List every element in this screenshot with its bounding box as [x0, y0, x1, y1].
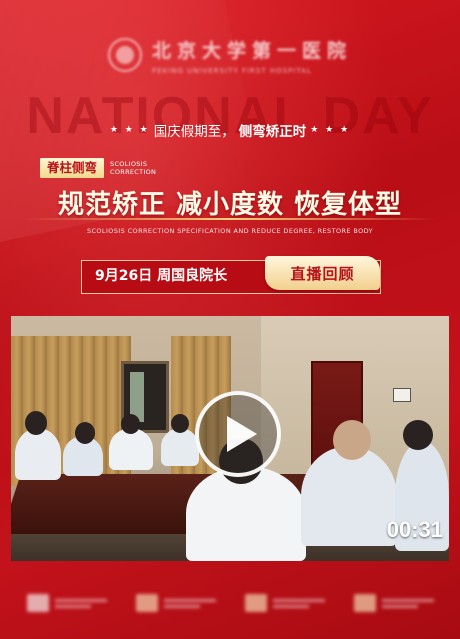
- footer-item: [26, 594, 107, 612]
- hospital-logo: 北京大学第一医院 PEKING UNIVERSITY FIRST HOSPITA…: [0, 30, 460, 80]
- sponsor-logo-icon: [135, 594, 158, 612]
- play-button[interactable]: [195, 391, 281, 477]
- play-icon: [227, 416, 257, 452]
- headline-english: SCOLIOSIS CORRECTION SPECIFICATION AND R…: [86, 227, 374, 235]
- headline: 规范矫正 减小度数 恢复体型: [57, 190, 403, 220]
- stars-left-icon: ★ ★ ★: [109, 125, 150, 135]
- poster: 北京大学第一医院 PEKING UNIVERSITY FIRST HOSPITA…: [0, 0, 460, 639]
- live-replay-button[interactable]: 直播回顾: [265, 256, 380, 290]
- sponsor-logo-icon: [244, 594, 267, 612]
- hospital-name: 北京大学第一医院: [151, 39, 352, 62]
- sponsor-logo-icon: [353, 594, 376, 612]
- footer-item: [353, 594, 434, 612]
- topic-tag: 脊柱侧弯 SCOLIOSIS CORRECTION: [40, 158, 156, 178]
- holiday-line: ★ ★ ★ 国庆假期至， 侧弯矫正时 ★ ★ ★: [0, 120, 460, 140]
- sponsor-logo-icon: [26, 594, 49, 612]
- topic-tag-english: SCOLIOSIS CORRECTION: [110, 160, 156, 176]
- holiday-text-emphasis: 侧弯矫正时: [238, 124, 307, 140]
- topic-tag-en-line1: SCOLIOSIS: [110, 160, 148, 168]
- topic-tag-en-line2: CORRECTION: [110, 168, 157, 176]
- hospital-name-en: PEKING UNIVERSITY FIRST HOSPITAL: [151, 66, 312, 75]
- live-info-bar: 9月26日 周国良院长 直播回顾: [81, 256, 381, 294]
- hospital-emblem-icon: [107, 38, 142, 72]
- footer-item: [135, 594, 216, 612]
- live-date-speaker: 9月26日 周国良院长: [95, 268, 228, 284]
- stars-right-icon: ★ ★ ★: [310, 125, 351, 135]
- footer-item: [244, 594, 325, 612]
- headline-divider: [24, 218, 436, 220]
- holiday-text: 国庆假期至，: [153, 124, 235, 140]
- video-duration: 00:31: [386, 517, 443, 542]
- video-player[interactable]: 00:31: [11, 316, 449, 561]
- topic-tag-label: 脊柱侧弯: [40, 158, 105, 178]
- footer-sponsors: [0, 588, 460, 618]
